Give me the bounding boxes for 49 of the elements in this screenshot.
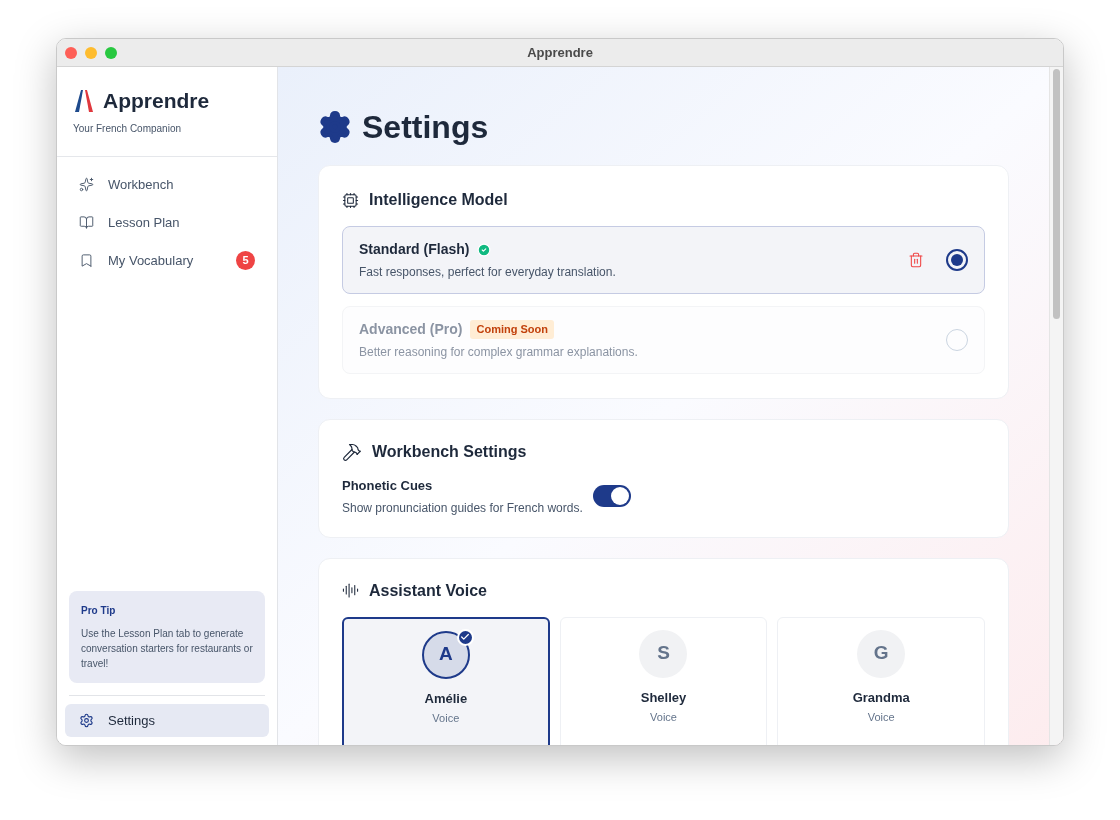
voice-subtitle: Voice	[867, 710, 895, 725]
voice-avatar: A	[421, 630, 470, 679]
model-description: Fast responses, perfect for everyday translation.	[359, 264, 617, 281]
close-icon[interactable]	[65, 46, 77, 59]
model-option[interactable]: Standard (Flash) Fast responses, perfect for everyday translation.	[342, 226, 985, 294]
radio-button[interactable]	[946, 249, 968, 271]
nav-item[interactable]: Lesson Plan	[65, 206, 269, 239]
toggle-switch[interactable]	[592, 485, 631, 508]
nav-item[interactable]: My Vocabulary 5	[65, 244, 269, 277]
voice-card[interactable]: S Shelley Voice	[559, 616, 768, 745]
sound-wave-icon	[342, 582, 359, 599]
voice-card[interactable]: G Grandma Voice	[777, 616, 985, 745]
voice-avatar: S	[639, 629, 688, 678]
count-badge: 5	[236, 251, 255, 270]
voice-subtitle: Voice	[650, 710, 677, 725]
model-name: Standard (Flash)	[359, 240, 470, 259]
voice-name: Shelley	[640, 688, 687, 707]
minimize-icon[interactable]	[85, 46, 97, 59]
hammer-icon	[342, 442, 362, 462]
check-icon	[456, 628, 474, 646]
page-title: Settings	[362, 108, 489, 147]
settings-nav-item[interactable]: Settings	[65, 704, 269, 737]
voice-name: Amélie	[424, 689, 468, 708]
section-title: Workbench Settings	[372, 442, 527, 462]
scrollbar[interactable]	[1049, 67, 1063, 745]
voice-card[interactable]: A Amélie Voice	[342, 616, 550, 745]
coming-soon-badge: Coming Soon	[470, 320, 554, 339]
nav-icon	[79, 253, 94, 268]
chip-icon	[342, 191, 359, 209]
toggle-description: Show pronunciation guides for French words.	[342, 499, 583, 517]
section-title: Assistant Voice	[369, 580, 487, 601]
tip-text: Use the Lesson Plan tab to generate conversation starters for restaurants or travel!	[81, 627, 253, 671]
nav-icon	[79, 215, 94, 230]
model-name: Advanced (Pro)	[359, 320, 463, 339]
maximize-icon[interactable]	[105, 46, 117, 59]
model-description: Better reasoning for complex grammar explanations.	[359, 344, 639, 361]
logo-icon	[73, 88, 95, 113]
delete-icon[interactable]	[908, 252, 924, 268]
toggle-label: Phonetic Cues	[342, 477, 434, 495]
nav-item[interactable]: Workbench	[65, 168, 269, 201]
brand-name: Apprendre	[103, 88, 210, 114]
section-title: Intelligence Model	[369, 190, 508, 210]
voice-avatar: G	[857, 629, 906, 678]
voice-subtitle: Voice	[432, 711, 460, 726]
nav-icon	[79, 177, 94, 192]
tagline: Your French Companion	[73, 121, 183, 136]
tip-title: Pro Tip	[81, 604, 117, 618]
voice-name: Grandma	[852, 688, 910, 707]
window-title: Apprendre	[527, 43, 593, 62]
